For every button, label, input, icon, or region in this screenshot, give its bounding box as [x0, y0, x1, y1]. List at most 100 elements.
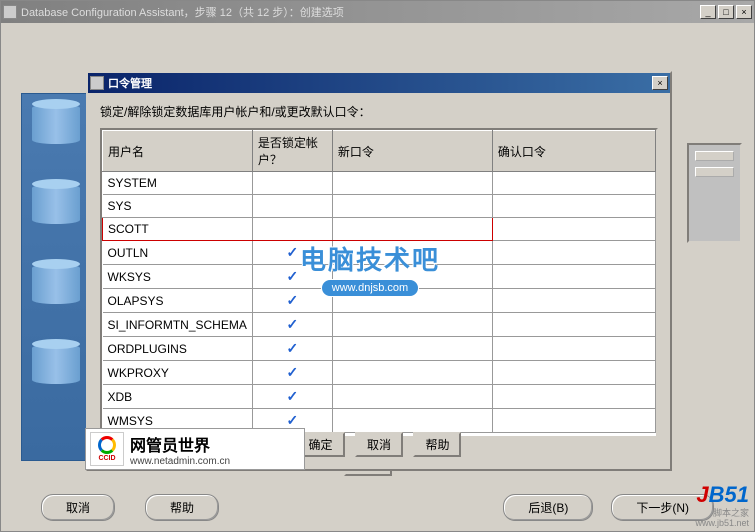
app-icon [3, 5, 17, 19]
jb51-sub: 脚本之家 [695, 508, 749, 518]
cell-confirm-password[interactable] [492, 172, 655, 195]
database-icon [32, 184, 80, 244]
cell-confirm-password[interactable] [492, 385, 655, 409]
cell-confirm-password[interactable] [492, 337, 655, 361]
wizard-sidebar [21, 93, 91, 461]
watermark-jb51: JB51 脚本之家 www.jb51.net [695, 482, 749, 528]
table-row[interactable]: WKSYS ✓ [103, 265, 656, 289]
cell-username[interactable]: SYSTEM [103, 172, 253, 195]
cell-locked[interactable] [252, 218, 332, 241]
user-accounts-table: 用户名 是否锁定帐户？ 新口令 确认口令 SYSTEMSYSSCOTTOUTLN… [102, 130, 656, 433]
cell-username[interactable]: WKPROXY [103, 361, 253, 385]
cell-locked[interactable] [252, 195, 332, 218]
cell-confirm-password[interactable] [492, 241, 655, 265]
dialog-close-button[interactable]: × [652, 76, 668, 90]
ccid-logo: CCID [90, 432, 124, 466]
cell-username[interactable]: ORDPLUGINS [103, 337, 253, 361]
column-header-new-password[interactable]: 新口令 [332, 131, 492, 172]
cell-locked[interactable]: ✓ [252, 361, 332, 385]
help-button[interactable]: 帮助 [413, 432, 461, 457]
table-row[interactable]: OLAPSYS ✓ [103, 289, 656, 313]
jb51-b: B51 [709, 482, 749, 507]
cell-username[interactable]: SI_INFORMTN_SCHEMA [103, 313, 253, 337]
dialog-titlebar: 口令管理 × [88, 73, 670, 93]
main-title: Database Configuration Assistant，步骤 12（共… [21, 4, 700, 20]
database-icon [32, 264, 80, 324]
cell-username[interactable]: SCOTT [103, 218, 253, 241]
cell-new-password[interactable] [332, 337, 492, 361]
check-icon: ✓ [258, 388, 327, 405]
cell-new-password[interactable] [332, 265, 492, 289]
main-titlebar: Database Configuration Assistant，步骤 12（共… [1, 1, 754, 23]
wizard-back-button[interactable]: 后退(B) [503, 494, 593, 521]
table-row[interactable]: WKPROXY ✓ [103, 361, 656, 385]
table-row[interactable]: SYSTEM [103, 172, 656, 195]
database-icon [32, 344, 80, 404]
cell-new-password[interactable] [332, 172, 492, 195]
wizard-cancel-button[interactable]: 取消 [41, 494, 115, 521]
wizard-help-button[interactable]: 帮助 [145, 494, 219, 521]
password-management-dialog: 口令管理 × 锁定/解除锁定数据库用户帐户和/或更改默认口令： 用户名 是否锁定… [86, 71, 672, 471]
column-header-username[interactable]: 用户名 [103, 131, 253, 172]
panel-slab [695, 167, 734, 177]
cell-locked[interactable]: ✓ [252, 337, 332, 361]
table-row[interactable]: XDB ✓ [103, 385, 656, 409]
cell-new-password[interactable] [332, 385, 492, 409]
cell-username[interactable]: OLAPSYS [103, 289, 253, 313]
cell-confirm-password[interactable] [492, 313, 655, 337]
cell-username[interactable]: WKSYS [103, 265, 253, 289]
cell-locked[interactable]: ✓ [252, 313, 332, 337]
cell-confirm-password[interactable] [492, 289, 655, 313]
dialog-icon [90, 76, 104, 90]
minimize-button[interactable]: _ [700, 5, 716, 19]
cell-locked[interactable] [252, 172, 332, 195]
cell-new-password[interactable] [332, 289, 492, 313]
cell-username[interactable]: SYS [103, 195, 253, 218]
table-row[interactable]: SI_INFORMTN_SCHEMA ✓ [103, 313, 656, 337]
check-icon: ✓ [258, 292, 327, 309]
cell-new-password[interactable] [332, 241, 492, 265]
wizard-button-bar: 取消 帮助 后退(B) 下一步(N) [1, 494, 754, 521]
side-panel [687, 143, 742, 243]
cell-locked[interactable]: ✓ [252, 241, 332, 265]
table-row[interactable]: SYS [103, 195, 656, 218]
cell-new-password[interactable] [332, 361, 492, 385]
cell-username[interactable]: OUTLN [103, 241, 253, 265]
cancel-button[interactable]: 取消 [355, 432, 403, 457]
cell-locked[interactable]: ✓ [252, 265, 332, 289]
table-row[interactable]: ORDPLUGINS ✓ [103, 337, 656, 361]
cell-new-password[interactable] [332, 218, 492, 241]
cell-locked[interactable]: ✓ [252, 385, 332, 409]
cell-username[interactable]: XDB [103, 385, 253, 409]
cell-confirm-password[interactable] [492, 265, 655, 289]
jb51-j: J [696, 482, 708, 507]
column-header-locked[interactable]: 是否锁定帐户？ [252, 131, 332, 172]
cell-confirm-password[interactable] [492, 361, 655, 385]
check-icon: ✓ [258, 316, 327, 333]
cell-locked[interactable]: ✓ [252, 289, 332, 313]
user-table-container: 用户名 是否锁定帐户？ 新口令 确认口令 SYSTEMSYSSCOTTOUTLN… [100, 128, 658, 438]
check-icon: ✓ [258, 364, 327, 381]
watermark-brand: 网管员世界 [130, 432, 230, 456]
watermark-netadmin: CCID 网管员世界 www.netadmin.com.cn [85, 428, 305, 470]
check-icon: ✓ [258, 268, 327, 285]
table-row[interactable]: OUTLN ✓ [103, 241, 656, 265]
panel-slab [695, 151, 734, 161]
ccid-text: CCID [98, 455, 115, 462]
cell-confirm-password[interactable] [492, 218, 655, 241]
maximize-button[interactable]: □ [718, 5, 734, 19]
database-icon [32, 104, 80, 164]
jb51-url: www.jb51.net [695, 518, 749, 528]
cell-confirm-password[interactable] [492, 195, 655, 218]
table-row[interactable]: SCOTT [103, 218, 656, 241]
close-button[interactable]: × [736, 5, 752, 19]
watermark-brand-url: www.netadmin.com.cn [130, 456, 230, 467]
check-icon: ✓ [258, 340, 327, 357]
dialog-title: 口令管理 [108, 75, 652, 91]
cell-new-password[interactable] [332, 313, 492, 337]
dialog-instruction: 锁定/解除锁定数据库用户帐户和/或更改默认口令： [100, 103, 658, 120]
column-header-confirm-password[interactable]: 确认口令 [492, 131, 655, 172]
check-icon: ✓ [258, 244, 327, 261]
cell-new-password[interactable] [332, 195, 492, 218]
ccid-ring-icon [98, 436, 116, 454]
